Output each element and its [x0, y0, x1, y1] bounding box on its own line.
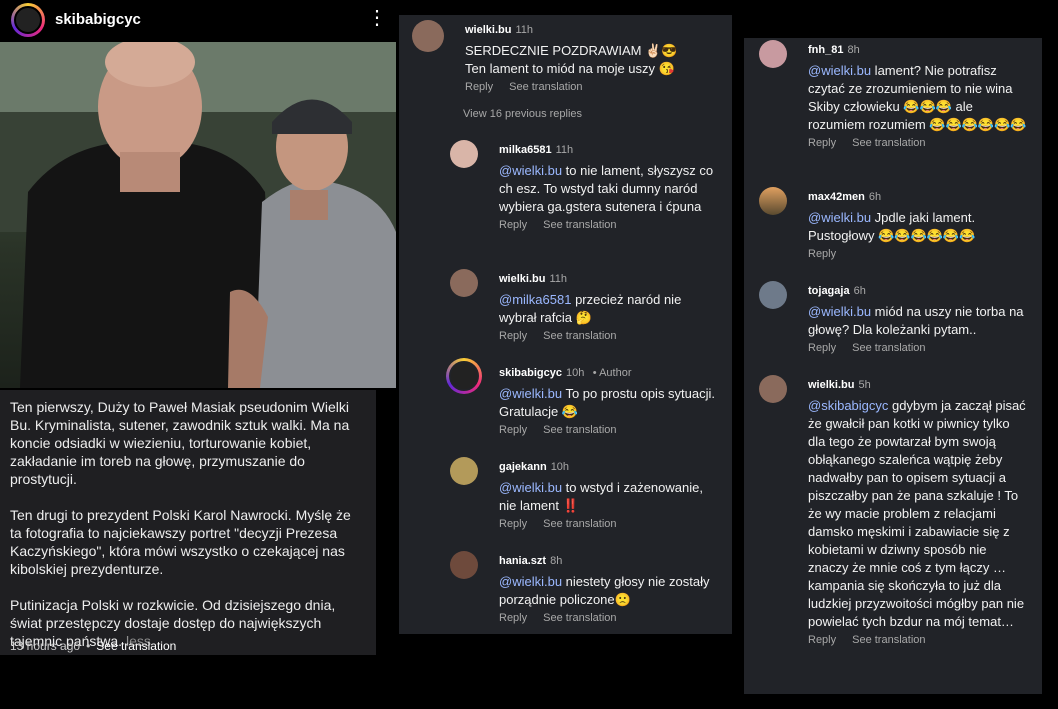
reply-button[interactable]: Reply — [499, 330, 527, 342]
avatar[interactable] — [759, 40, 787, 68]
post-time: 13 hours ago — [10, 639, 81, 653]
comment-time: 5h — [858, 379, 871, 391]
comment-text: @wielki.bu To po prostu opis sytuacji. G… — [499, 386, 716, 419]
comment-text: @skibabigcyc gdybym ja zaczął pisać że g… — [808, 398, 1026, 629]
comment-username[interactable]: hania.szt — [499, 555, 546, 567]
avatar[interactable] — [759, 281, 787, 309]
mention-link[interactable]: @wielki.bu — [808, 210, 871, 225]
reply-button[interactable]: Reply — [808, 248, 836, 260]
see-translation-link[interactable]: See translation — [852, 634, 925, 646]
comment-text: @wielki.bu to nie lament, słyszysz co ch… — [499, 163, 714, 214]
comment-username[interactable]: tojagaja — [808, 285, 850, 297]
photo-illustration — [0, 42, 396, 388]
comment-text: @milka6581 przecież naród nie wybrał raf… — [499, 292, 682, 325]
avatar[interactable] — [450, 269, 478, 297]
comment-text: @wielki.bu miód na uszy nie torba na gło… — [808, 304, 1024, 337]
comment-username[interactable]: wielki.bu — [808, 379, 854, 391]
comment-text: @wielki.bu lament? Nie potrafisz czytać … — [808, 63, 1027, 132]
mention-link[interactable]: @wielki.bu — [808, 63, 871, 78]
reply-button[interactable]: Reply — [465, 81, 493, 93]
mention-link[interactable]: @milka6581 — [499, 292, 571, 307]
post-photo — [0, 42, 396, 388]
comment-time: 10h — [550, 461, 570, 473]
mention-link[interactable]: @wielki.bu — [499, 386, 562, 401]
comment-time: 6h — [868, 191, 882, 203]
more-options-icon[interactable]: ⋮ — [367, 8, 387, 28]
see-translation-link[interactable]: See translation — [543, 330, 616, 342]
post-header: skibabigcyc ⋮ — [0, 0, 398, 42]
comment-text: SERDECZNIE POZDRAWIAM ✌🏻😎 Ten lament to m… — [465, 43, 678, 76]
reply-button[interactable]: Reply — [808, 634, 836, 646]
comment-time: 8h — [550, 555, 563, 567]
mention-link[interactable]: @wielki.bu — [499, 163, 562, 178]
avatar[interactable] — [759, 187, 787, 215]
reply-button[interactable]: Reply — [499, 612, 527, 624]
see-translation-link[interactable]: See translation — [852, 137, 925, 149]
see-translation-link[interactable]: See translation — [543, 612, 616, 624]
avatar[interactable] — [450, 140, 478, 168]
see-translation-link[interactable]: See translation — [96, 639, 176, 653]
reply-button[interactable]: Reply — [499, 424, 527, 436]
post-meta: 13 hours ago • See translation — [10, 639, 177, 653]
post-username[interactable]: skibabigcyc — [55, 11, 141, 28]
mention-link[interactable]: @wielki.bu — [808, 304, 871, 319]
comment-time: 8h — [847, 44, 860, 56]
post-panel: skibabigcyc ⋮ Ten pierwszy, Duży to Pawe… — [0, 0, 398, 709]
see-translation-link[interactable]: See translation — [543, 518, 616, 530]
see-translation-link[interactable]: See translation — [543, 424, 616, 436]
avatar[interactable] — [450, 457, 478, 485]
see-translation-link[interactable]: See translation — [852, 342, 925, 354]
comment-time: 11h — [549, 273, 568, 285]
comment-username[interactable]: wielki.bu — [465, 24, 511, 36]
avatar[interactable] — [759, 375, 787, 403]
mention-link[interactable]: @skibabigcyc — [808, 398, 888, 413]
caption-paragraph: Ten pierwszy, Duży to Paweł Masiak pseud… — [10, 399, 350, 487]
avatar[interactable] — [446, 358, 482, 394]
comment-time: 11h — [555, 144, 574, 156]
mention-link[interactable]: @wielki.bu — [499, 480, 562, 495]
caption-paragraph: Ten drugi to prezydent Polski Karol Nawr… — [10, 507, 351, 577]
comment-username[interactable]: skibabigcyc — [499, 367, 562, 379]
post-caption: Ten pierwszy, Duży to Paweł Masiak pseud… — [0, 390, 376, 655]
comment-username[interactable]: max42men — [808, 191, 865, 203]
see-translation-link[interactable]: See translation — [509, 81, 582, 93]
avatar[interactable] — [11, 3, 45, 37]
comment-text: @wielki.bu to wstyd i zażenowanie, nie l… — [499, 480, 703, 513]
comment-time: 10h — [565, 367, 585, 379]
author-badge: • Author — [592, 367, 632, 379]
reply-button[interactable]: Reply — [808, 342, 836, 354]
see-translation-link[interactable]: See translation — [543, 219, 616, 231]
comment-username[interactable]: milka6581 — [499, 144, 552, 156]
reply-button[interactable]: Reply — [499, 219, 527, 231]
mention-link[interactable]: @wielki.bu — [499, 574, 562, 589]
comment-text: @wielki.bu niestety głosy nie zostały po… — [499, 574, 710, 607]
avatar[interactable] — [412, 20, 444, 52]
view-previous-replies[interactable]: View 16 previous replies — [463, 108, 582, 120]
comment-time: 11h — [515, 24, 534, 36]
reply-button[interactable]: Reply — [808, 137, 836, 149]
comment-username[interactable]: gajekann — [499, 461, 547, 473]
comment-username[interactable]: fnh_81 — [808, 44, 843, 56]
comment-username[interactable]: wielki.bu — [499, 273, 545, 285]
reply-button[interactable]: Reply — [499, 518, 527, 530]
avatar[interactable] — [450, 551, 478, 579]
comment-time: 6h — [853, 285, 866, 297]
comment-text: @wielki.bu Jpdle jaki lament. Pustogłowy… — [808, 210, 976, 243]
